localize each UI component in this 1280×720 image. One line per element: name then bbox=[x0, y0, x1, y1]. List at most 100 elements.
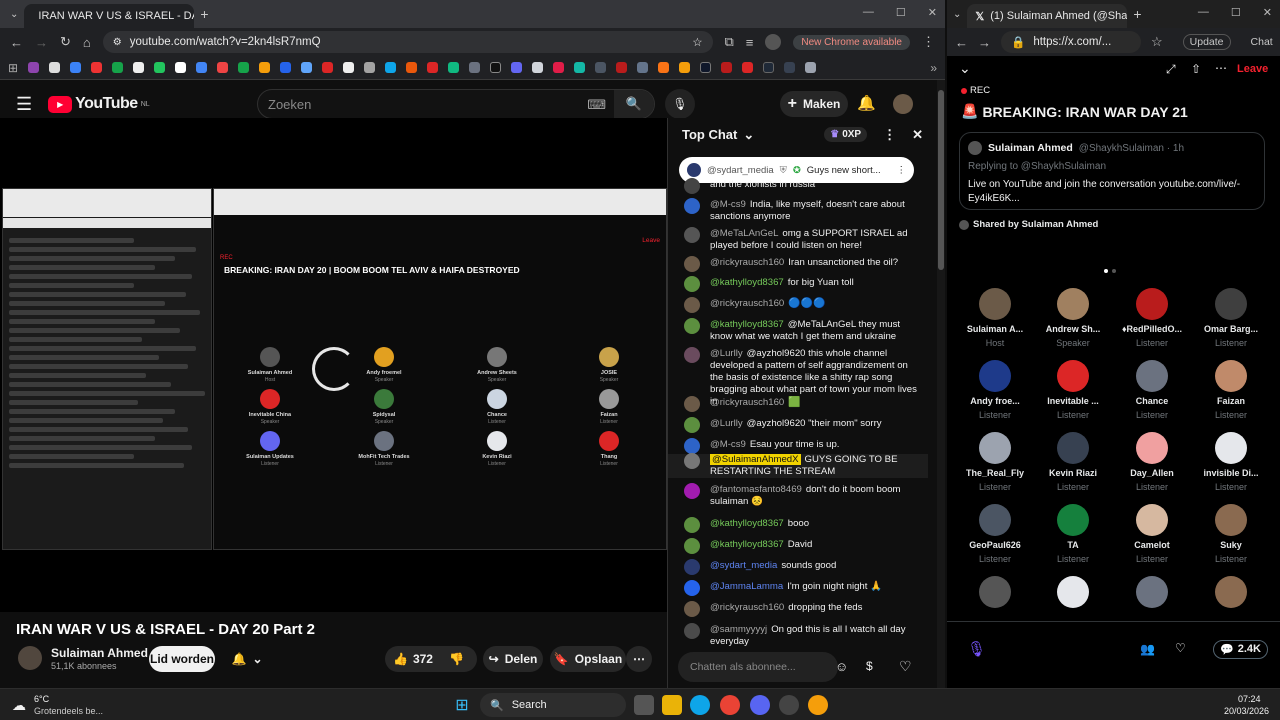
chat-message[interactable]: @kathylloyd8367 booo bbox=[668, 517, 928, 533]
weather-text[interactable]: Grotendeels be... bbox=[34, 706, 103, 716]
chat-input[interactable]: Chatten als abonnee... bbox=[678, 652, 838, 682]
chat-message[interactable]: @sammyyyyj On god this is all I watch all… bbox=[668, 623, 928, 648]
chrome-icon[interactable] bbox=[720, 695, 740, 715]
bookmark-icon[interactable] bbox=[511, 62, 523, 73]
chat-message[interactable]: @M-cs9 India, like myself, doesn't care a… bbox=[668, 198, 928, 223]
bookmark-icon[interactable] bbox=[532, 62, 544, 73]
dislike-button[interactable]: 👎 bbox=[449, 652, 464, 666]
participant[interactable]: Faizan Listener bbox=[1193, 360, 1269, 420]
chat-author[interactable]: @JammaLamma bbox=[710, 581, 783, 592]
chat-message[interactable]: and the xionists in russia bbox=[668, 178, 928, 194]
tab-search-icon[interactable]: ⌄ bbox=[953, 9, 961, 20]
x-tab[interactable]: 𝕏 (1) Sulaiman Ahmed (@ShaykhSul ✕ bbox=[967, 4, 1128, 28]
participant-avatar[interactable] bbox=[1215, 576, 1247, 608]
chat-message[interactable]: @rickyrausch160 🔵🔵🔵 bbox=[668, 297, 928, 313]
account-avatar[interactable] bbox=[893, 94, 913, 114]
chat-author[interactable]: @sammyyyyj bbox=[710, 624, 767, 635]
chat-author[interactable]: @rickyrausch160 bbox=[710, 602, 784, 613]
bookmark-star-icon[interactable]: ☆ bbox=[692, 35, 702, 49]
bookmark-icon[interactable] bbox=[448, 62, 460, 73]
chat-message[interactable]: @JammaLamma I'm goin night night 🙏 bbox=[668, 580, 928, 596]
heart-icon[interactable]: ♡ bbox=[899, 658, 912, 675]
bookmark-icon[interactable] bbox=[469, 62, 481, 73]
bookmark-icon[interactable] bbox=[133, 62, 145, 73]
chat-message[interactable]: @sydart_media sounds good bbox=[668, 559, 928, 575]
minimize-icon[interactable]: — bbox=[863, 6, 874, 19]
media-control-icon[interactable]: ≡ bbox=[746, 35, 754, 50]
close-window-icon[interactable]: ✕ bbox=[1263, 6, 1272, 19]
tab-search-icon[interactable]: ⌄ bbox=[10, 9, 18, 20]
notifications-icon[interactable]: 🔔 bbox=[857, 94, 876, 112]
chat-message[interactable]: @kathylloyd8367 David bbox=[668, 538, 928, 554]
new-tab-button[interactable]: + bbox=[200, 6, 208, 22]
chat-message[interactable]: @fantomasfanto8469 don't do it boom boom … bbox=[668, 483, 928, 508]
task-view-icon[interactable] bbox=[634, 695, 654, 715]
pinned-more-icon[interactable]: ⋮ bbox=[897, 165, 907, 176]
close-chat-icon[interactable]: ✕ bbox=[912, 127, 923, 143]
new-tab-button[interactable]: + bbox=[1133, 6, 1141, 22]
close-window-icon[interactable]: ✕ bbox=[928, 6, 937, 19]
bookmark-icon[interactable] bbox=[91, 62, 103, 73]
participant-avatar[interactable] bbox=[979, 576, 1011, 608]
chat-author[interactable]: @kathylloyd8367 bbox=[710, 319, 784, 330]
bookmark-icon[interactable] bbox=[679, 62, 691, 73]
chat-author[interactable]: @Lurlly bbox=[710, 348, 743, 359]
chat-message[interactable]: @rickyrausch160 🟩 bbox=[668, 396, 928, 412]
leave-button[interactable]: Leave bbox=[1237, 63, 1268, 75]
apps-icon[interactable]: ⊞ bbox=[8, 61, 18, 75]
bookmark-icon[interactable] bbox=[196, 62, 208, 73]
bookmark-icon[interactable] bbox=[301, 62, 313, 73]
participant[interactable]: Camelot Listener bbox=[1114, 504, 1190, 564]
bookmark-icon[interactable] bbox=[763, 62, 775, 73]
bookmark-icon[interactable] bbox=[259, 62, 271, 73]
chrome-update-badge[interactable]: New Chrome available bbox=[793, 34, 910, 50]
taskbar-search[interactable]: 🔍 Search bbox=[480, 693, 626, 717]
update-button[interactable]: Update bbox=[1182, 34, 1231, 50]
back-icon[interactable]: ← bbox=[10, 35, 23, 50]
comments-button[interactable]: 💬 2.4K bbox=[1213, 640, 1268, 659]
chat-author[interactable]: @sydart_media bbox=[710, 560, 777, 571]
more-actions-button[interactable]: ⋯ bbox=[626, 646, 652, 672]
channel-name[interactable]: Sulaiman Ahmed bbox=[51, 646, 148, 660]
bookmark-icon[interactable] bbox=[721, 62, 733, 73]
bookmark-icon[interactable] bbox=[364, 62, 376, 73]
chat-author[interactable]: @rickyrausch160 bbox=[710, 397, 784, 408]
chat-author[interactable]: @kathylloyd8367 bbox=[710, 539, 784, 550]
bookmark-icon[interactable] bbox=[406, 62, 418, 73]
chat-message[interactable]: @kathylloyd8367 @MeTaLAnGeL they must kno… bbox=[668, 318, 928, 343]
clock-time[interactable]: 07:24 bbox=[1238, 694, 1261, 704]
weather-icon[interactable]: ☁ bbox=[12, 697, 26, 714]
top-chat-dropdown[interactable]: Top Chat bbox=[682, 127, 737, 142]
join-button[interactable]: Lid worden bbox=[149, 646, 215, 672]
url-field[interactable]: ⚙ youtube.com/watch?v=2kn4lsR7nmQ ☆ bbox=[102, 31, 713, 53]
bookmark-icon[interactable] bbox=[742, 62, 754, 73]
start-icon[interactable]: ⊞ bbox=[452, 695, 472, 715]
app-icon[interactable] bbox=[779, 695, 799, 715]
bookmark-icon[interactable] bbox=[49, 62, 61, 73]
people-icon[interactable]: 👥 bbox=[1140, 642, 1155, 656]
menu-icon[interactable]: ☰ bbox=[16, 94, 32, 115]
maximize-icon[interactable]: ☐ bbox=[896, 6, 906, 19]
chat-message[interactable]: @SulaimanAhmedX GUYS GOING TO BE RESTARTI… bbox=[668, 453, 928, 478]
super-chat-icon[interactable]: $ bbox=[866, 659, 873, 673]
emoji-icon[interactable]: ☺ bbox=[835, 659, 848, 674]
chat-message[interactable]: @kathylloyd8367 for big Yuan toll bbox=[668, 276, 928, 292]
participant[interactable]: GeoPaul626 Listener bbox=[957, 504, 1033, 564]
xp-badge[interactable]: ♛ 0XP bbox=[824, 127, 868, 142]
bookmark-icon[interactable] bbox=[553, 62, 565, 73]
chat-author[interactable]: @SulaimanAhmedX bbox=[710, 454, 801, 465]
chat-author[interactable]: @MeTaLAnGeL bbox=[710, 228, 778, 239]
bookmark-icon[interactable] bbox=[280, 62, 292, 73]
participant[interactable]: TA Listener bbox=[1035, 504, 1111, 564]
video-player[interactable]: REC Leave BREAKING: IRAN DAY 20 | BOOM B… bbox=[0, 118, 667, 612]
chat-label[interactable]: Chat bbox=[1251, 36, 1273, 48]
bookmark-icon[interactable] bbox=[385, 62, 397, 73]
minimize-icon[interactable]: — bbox=[1198, 6, 1209, 19]
participant-avatar[interactable] bbox=[1057, 576, 1089, 608]
discord-icon[interactable] bbox=[750, 695, 770, 715]
participant-avatar[interactable] bbox=[1136, 576, 1168, 608]
youtube-logo[interactable]: ▶ YouTube NL bbox=[48, 95, 150, 113]
voice-search-button[interactable]: 🎙 bbox=[665, 89, 695, 119]
channel-avatar[interactable] bbox=[18, 646, 42, 670]
participant[interactable]: Andy froe... Listener bbox=[957, 360, 1033, 420]
